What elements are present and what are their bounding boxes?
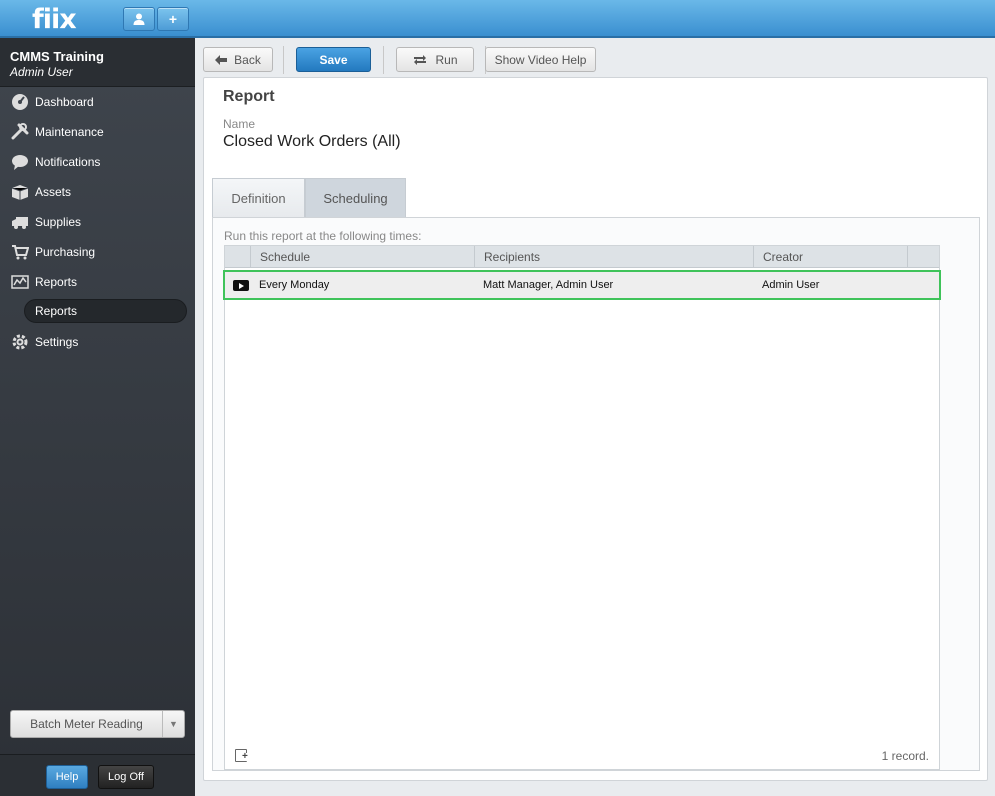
play-icon[interactable] [233,280,249,291]
name-label: Name [223,117,256,131]
sidebar-subitem-reports[interactable]: Reports [24,299,187,323]
dashboard-icon [10,93,30,111]
column-header-spacer [907,246,939,268]
cell-schedule: Every Monday [259,279,330,291]
cart-icon [10,243,30,261]
sidebar-item-label: Supplies [35,215,82,229]
sidebar-item-supplies[interactable]: Supplies [0,207,195,237]
refresh-icon [414,54,427,65]
arrow-left-icon [215,54,228,65]
org-name: CMMS Training [10,49,104,64]
sidebar-item-dashboard[interactable]: Dashboard [0,87,195,117]
sidebar-item-label: Notifications [35,155,101,169]
sidebar-item-label: Dashboard [35,95,94,109]
run-button[interactable]: Run [396,47,474,72]
batch-meter-reading-label: Batch Meter Reading [30,717,143,731]
cell-recipients: Matt Manager, Admin User [483,279,614,291]
fiix-logo[interactable]: fiix [32,4,77,35]
back-label: Back [234,52,261,67]
box-icon [10,183,30,201]
toolbar-divider [383,46,384,74]
sidebar-item-notifications[interactable]: Notifications [0,147,195,177]
report-panel: Report Name Closed Work Orders (All) Def… [203,77,988,781]
save-button[interactable]: Save [296,47,371,72]
sidebar-item-label: Assets [35,185,72,199]
top-bar: fiix + [0,0,995,38]
toolbar: Back Save Run Show Video Help [195,38,995,78]
sidebar-footer: Help Log Off [0,754,195,796]
tab-definition[interactable]: Definition [212,178,305,217]
scheduling-tab-panel: Run this report at the following times: … [212,217,980,771]
schedule-caption: Run this report at the following times: [224,229,422,243]
wrench-icon [10,123,30,141]
table-row[interactable]: Every Monday Matt Manager, Admin User Ad… [223,270,941,300]
column-header-schedule[interactable]: Schedule [250,246,474,268]
batch-meter-reading-button[interactable]: Batch Meter Reading ▼ [10,710,185,738]
back-button[interactable]: Back [203,47,273,72]
sidebar-item-purchasing[interactable]: Purchasing [0,237,195,267]
help-button[interactable]: Help [46,765,88,789]
schedule-grid: Schedule Recipients Creator Every Monday… [223,245,941,770]
sidebar: CMMS Training Admin User Dashboard Maint… [0,38,195,796]
chevron-down-icon[interactable]: ▼ [162,711,184,737]
sidebar-item-label: Settings [35,335,79,349]
user-button[interactable] [123,7,155,31]
truck-icon [10,213,30,231]
column-header-creator[interactable]: Creator [753,246,907,268]
grid-header: Schedule Recipients Creator [225,246,939,268]
run-label: Run [435,52,458,67]
sidebar-item-settings[interactable]: Settings [0,327,195,357]
tab-scheduling[interactable]: Scheduling [305,178,406,223]
sidebar-item-assets[interactable]: Assets [0,177,195,207]
report-name-value: Closed Work Orders (All) [223,133,401,150]
sidebar-item-label: Purchasing [35,245,96,259]
org-header: CMMS Training Admin User [0,38,195,87]
record-count: 1 record. [881,749,929,763]
chart-icon [10,273,30,291]
cell-creator: Admin User [762,279,820,291]
sidebar-item-label: Reports [35,275,78,289]
sidebar-item-reports[interactable]: Reports [0,267,195,297]
toolbar-divider [283,46,284,74]
user-name: Admin User [10,65,73,79]
section-title: Report [223,88,275,105]
show-video-help-button[interactable]: Show Video Help [485,47,596,72]
column-header-recipients[interactable]: Recipients [474,246,753,268]
add-button[interactable]: + [157,7,189,31]
sidebar-item-maintenance[interactable]: Maintenance [0,117,195,147]
log-off-button[interactable]: Log Off [98,765,154,789]
add-record-icon[interactable] [235,749,248,762]
speech-bubble-icon [10,153,30,171]
sidebar-item-label: Maintenance [35,125,104,139]
gear-icon [10,333,30,351]
user-icon [133,13,145,25]
